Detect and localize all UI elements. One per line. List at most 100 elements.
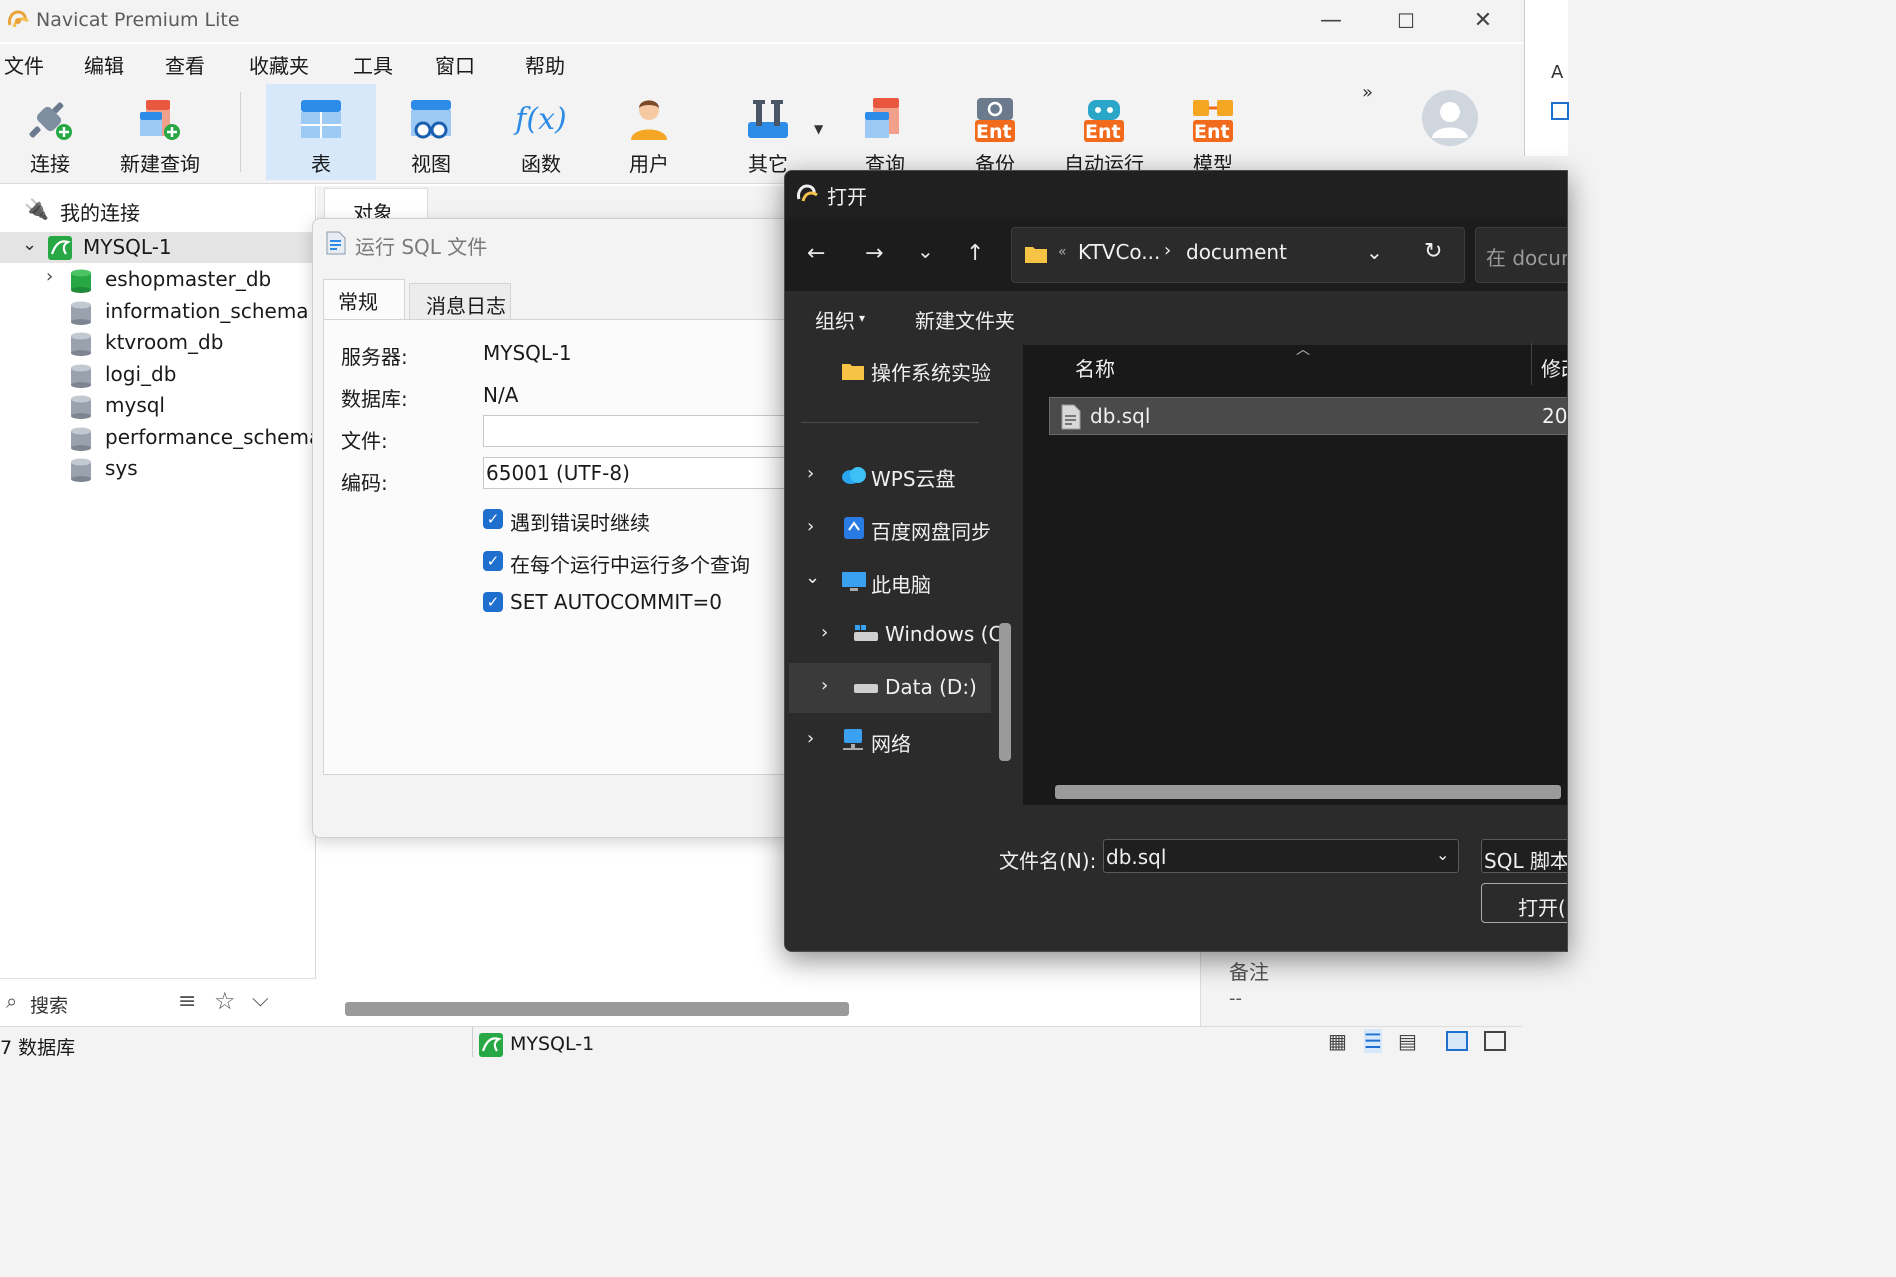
menu-window[interactable]: 窗口	[435, 50, 475, 79]
file-path-input[interactable]	[483, 415, 793, 447]
database-row[interactable]: information_schema	[0, 296, 316, 327]
connect-button[interactable]: 连接	[4, 84, 96, 180]
function-button[interactable]: f(x) 函数	[496, 84, 586, 180]
database-row[interactable]: sys	[0, 453, 316, 484]
database-row[interactable]: logi_db	[0, 359, 316, 390]
sidebar-item-network[interactable]: › 网络	[785, 716, 1023, 766]
autocommit-checkbox[interactable]: ✓	[483, 592, 503, 612]
database-row[interactable]: performance_schema	[0, 422, 321, 453]
address-bar[interactable]: « KTVCo... › document ⌄ ↻	[1011, 227, 1465, 283]
menu-view[interactable]: 查看	[165, 50, 205, 79]
column-name-header[interactable]: 名称	[1075, 353, 1115, 382]
column-modified-header[interactable]: 修改	[1541, 353, 1567, 382]
table-button[interactable]: 表	[266, 84, 376, 180]
horizontal-scrollbar[interactable]	[345, 1002, 849, 1016]
sidebar-item-data-drive[interactable]: › Data (D:)	[789, 663, 991, 713]
refresh-icon[interactable]: ↻	[1424, 239, 1442, 264]
filename-input[interactable]: db.sql ⌄	[1103, 839, 1459, 873]
maximize-button[interactable]: ☐	[1391, 6, 1421, 36]
status-connection: MYSQL-1	[510, 1033, 595, 1055]
continue-on-error-checkbox[interactable]: ✓	[483, 509, 503, 529]
automation-button[interactable]: Ent 自动运行	[1056, 84, 1152, 180]
column-divider[interactable]	[1531, 343, 1532, 385]
tab-message-log[interactable]: 消息日志	[409, 283, 511, 319]
sidebar-scrollbar[interactable]	[999, 623, 1011, 761]
encoding-select[interactable]: 65001 (UTF-8)	[483, 457, 793, 489]
chevron-right-icon[interactable]: ›	[821, 622, 828, 643]
sort-ascending-icon[interactable]: ︿	[1296, 339, 1310, 359]
chevron-down-icon[interactable]: ⌄	[22, 234, 37, 255]
sidebar-item-label: Data (D:)	[885, 675, 977, 699]
grid-view-icon[interactable]: ▦	[1328, 1029, 1347, 1053]
avatar[interactable]	[1422, 90, 1478, 146]
connection-navigator: 🔌 我的连接 ⌄ MYSQL-1 › eshopmaster_db inform…	[0, 186, 321, 1026]
breadcrumb-parent[interactable]: KTVCo...	[1078, 240, 1160, 264]
other-button[interactable]: 其它	[722, 84, 814, 180]
menu-tools[interactable]: 工具	[353, 50, 393, 79]
breadcrumb-overflow-icon[interactable]: «	[1058, 244, 1067, 260]
menu-favorites[interactable]: 收藏夹	[249, 50, 309, 79]
sidebar-item-label: 操作系统实验	[871, 361, 991, 385]
search-box[interactable]: 在 docum	[1475, 227, 1567, 283]
tab-general[interactable]: 常规	[323, 279, 405, 319]
up-arrow-icon[interactable]: ↑	[966, 241, 984, 266]
collapse-icon[interactable]: ⌵	[252, 987, 269, 1012]
database-row[interactable]: mysql	[0, 390, 316, 421]
other-dropdown-icon[interactable]: ▼	[814, 122, 823, 136]
view-button[interactable]: 视图	[386, 84, 476, 180]
menu-file[interactable]: 文件	[4, 50, 44, 79]
minimize-button[interactable]: —	[1316, 6, 1346, 36]
address-dropdown-icon[interactable]: ⌄	[1366, 240, 1383, 264]
new-folder-button[interactable]: 新建文件夹	[915, 305, 1015, 334]
forward-arrow-icon[interactable]: →	[865, 241, 883, 266]
sidebar-item-this-pc[interactable]: ⌄ 此电脑	[785, 557, 1023, 607]
star-icon[interactable]: ☆	[214, 987, 236, 1015]
menu-edit[interactable]: 编辑	[84, 50, 124, 79]
new-query-button[interactable]: 新建查询	[108, 84, 212, 180]
app-title: Navicat Premium Lite	[36, 9, 240, 31]
my-connections-header[interactable]: 🔌 我的连接	[0, 194, 316, 225]
layout-left-icon[interactable]	[1446, 1031, 1468, 1051]
chevron-right-icon[interactable]: ›	[807, 728, 814, 749]
chevron-right-icon[interactable]: ›	[46, 266, 53, 287]
database-row[interactable]: › eshopmaster_db	[0, 264, 316, 295]
chevron-right-icon[interactable]: ›	[821, 675, 828, 696]
file-row[interactable]: db.sql 202	[1049, 397, 1567, 435]
breadcrumb-current[interactable]: document	[1186, 240, 1287, 264]
database-row[interactable]: ktvroom_db	[0, 327, 316, 358]
filter-icon[interactable]: ≡	[178, 989, 196, 1014]
chevron-down-icon[interactable]: ⌄	[805, 567, 820, 588]
chevron-right-icon[interactable]: ›	[807, 516, 814, 537]
toolbar-overflow-icon[interactable]: »	[1362, 82, 1373, 103]
status-bar: 7 数据库 MYSQL-1 ▦ ☰ ▤	[0, 1026, 1522, 1059]
connection-row-mysql[interactable]: ⌄ MYSQL-1	[0, 232, 316, 263]
sidebar-item-baidu-sync[interactable]: › 百度网盘同步	[785, 504, 1023, 554]
database-icon	[71, 395, 91, 419]
filename-dropdown-icon[interactable]: ⌄	[1436, 845, 1449, 864]
organize-dropdown-icon[interactable]: ▾	[859, 311, 865, 325]
sidebar-item-os-lab[interactable]: 操作系统实验	[785, 345, 1023, 401]
sidebar-item-label: Windows (C	[885, 622, 1003, 646]
organize-button[interactable]: 组织	[815, 305, 855, 334]
user-button[interactable]: 用户	[604, 84, 694, 180]
encoding-value: 65001 (UTF-8)	[486, 461, 630, 485]
chevron-right-icon[interactable]: ›	[807, 463, 814, 484]
sidebar-item-wps-cloud[interactable]: › WPS云盘	[785, 451, 1023, 501]
detail-view-icon[interactable]: ▤	[1398, 1029, 1417, 1053]
sidebar-item-windows-drive[interactable]: › Windows (C	[785, 610, 1002, 660]
file-type-select[interactable]: SQL 脚本	[1481, 839, 1567, 873]
close-button[interactable]: ✕	[1468, 6, 1498, 36]
list-view-icon[interactable]: ☰	[1364, 1029, 1382, 1053]
back-arrow-icon[interactable]: ←	[807, 241, 825, 266]
open-button[interactable]: 打开(	[1481, 883, 1567, 923]
search-input[interactable]: 搜索	[30, 991, 68, 1018]
model-button[interactable]: Ent 模型	[1170, 84, 1256, 180]
query-button[interactable]: 查询	[840, 84, 930, 180]
multiple-queries-checkbox[interactable]: ✓	[483, 551, 503, 571]
layout-right-icon[interactable]	[1484, 1031, 1506, 1051]
file-list-scrollbar[interactable]	[1055, 785, 1561, 799]
menu-help[interactable]: 帮助	[525, 50, 565, 79]
recent-locations-icon[interactable]: ⌄	[917, 239, 934, 263]
backup-button[interactable]: Ent 备份	[952, 84, 1038, 180]
info-panel: 备注 --	[1200, 946, 1522, 1026]
